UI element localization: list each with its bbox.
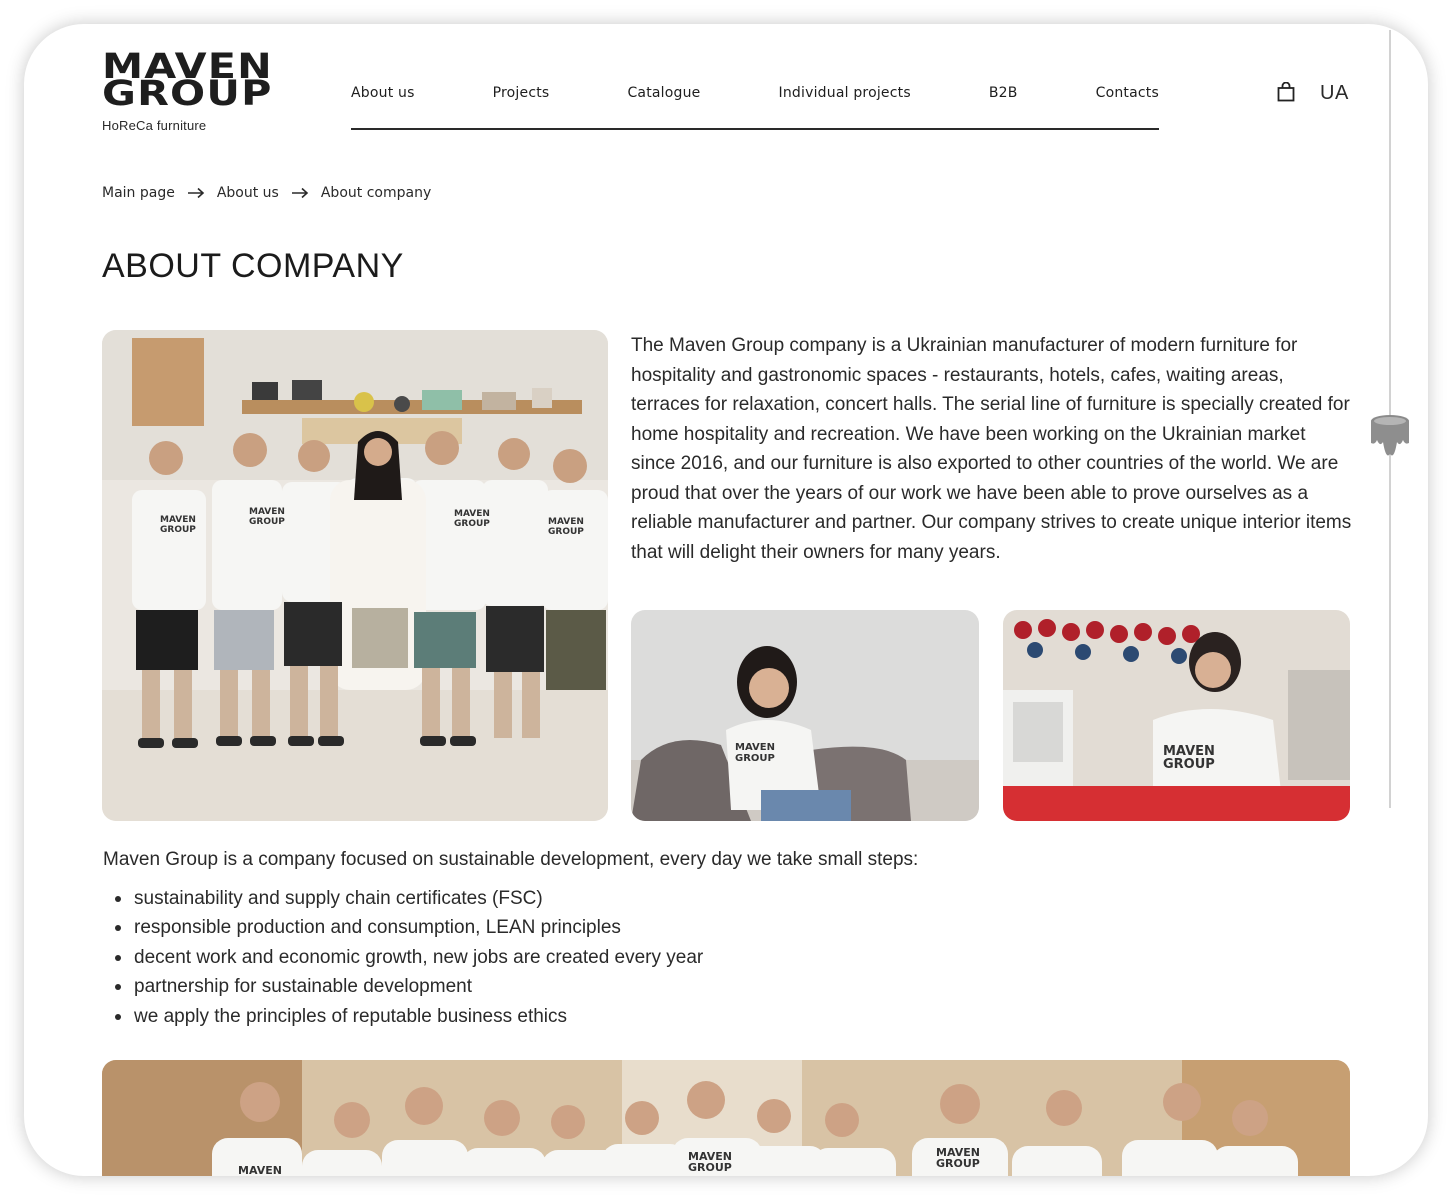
nav-item-contacts[interactable]: Contacts bbox=[1096, 82, 1159, 104]
team-photo: MAVEN GROUP MAVEN GROUP MAVEN GROUP MAVE… bbox=[102, 330, 608, 821]
arrow-right-icon bbox=[187, 187, 205, 199]
svg-text:MAVEN: MAVEN bbox=[735, 742, 775, 753]
browser-frame: MAVEN GROUP HoReCa furniture About us Pr… bbox=[24, 24, 1428, 1176]
svg-text:GROUP: GROUP bbox=[1163, 757, 1215, 772]
svg-text:GROUP: GROUP bbox=[688, 1161, 732, 1174]
svg-text:MAVEN: MAVEN bbox=[454, 509, 490, 519]
list-item: partnership for sustainable development bbox=[112, 972, 703, 1001]
list-item: we apply the principles of reputable bus… bbox=[112, 1002, 703, 1031]
sustainability-intro: Maven Group is a company focused on sust… bbox=[103, 849, 919, 870]
brand-logo[interactable]: MAVEN GROUP HoReCa furniture bbox=[102, 50, 302, 134]
language-switch[interactable]: UA bbox=[1320, 82, 1349, 105]
breadcrumb-about-company: About company bbox=[320, 185, 432, 201]
sewing-workshop-photo: MAVEN GROUP bbox=[1003, 610, 1350, 821]
nav-item-b2b[interactable]: B2B bbox=[989, 82, 1018, 104]
nav-item-about-us[interactable]: About us bbox=[351, 82, 415, 104]
svg-text:GROUP: GROUP bbox=[249, 517, 285, 527]
logo-line-2: GROUP bbox=[102, 74, 273, 114]
company-intro: The Maven Group company is a Ukrainian m… bbox=[631, 335, 1352, 563]
nav-item-projects[interactable]: Projects bbox=[493, 82, 550, 104]
svg-text:MAVEN: MAVEN bbox=[238, 1164, 282, 1176]
list-item: sustainability and supply chain certific… bbox=[112, 884, 703, 913]
group-photo: MAVEN MAVEN GROUP MAVEN GROUP bbox=[102, 1060, 1350, 1176]
arrow-right-icon bbox=[291, 187, 309, 199]
breadcrumb-about-us[interactable]: About us bbox=[217, 185, 279, 201]
svg-text:GROUP: GROUP bbox=[936, 1157, 980, 1170]
main-nav: About us Projects Catalogue Individual p… bbox=[351, 82, 1159, 130]
nav-item-catalogue[interactable]: Catalogue bbox=[627, 82, 700, 104]
list-item: responsible production and consumption, … bbox=[112, 913, 703, 942]
svg-text:GROUP: GROUP bbox=[548, 527, 584, 537]
svg-text:GROUP: GROUP bbox=[454, 519, 490, 529]
breadcrumb-main-page[interactable]: Main page bbox=[102, 185, 175, 201]
sustainability-list: sustainability and supply chain certific… bbox=[112, 884, 703, 1031]
woman-on-sofa-photo: MAVEN GROUP bbox=[631, 610, 979, 821]
page-title: ABOUT COMPANY bbox=[102, 247, 404, 285]
nav-item-individual-projects[interactable]: Individual projects bbox=[779, 82, 911, 104]
svg-text:GROUP: GROUP bbox=[735, 753, 775, 764]
breadcrumb: Main page About us About company bbox=[102, 185, 431, 201]
list-item: decent work and economic growth, new job… bbox=[112, 943, 703, 972]
svg-text:MAVEN: MAVEN bbox=[548, 517, 584, 527]
scroll-thumb-icon[interactable] bbox=[1369, 412, 1411, 462]
shopping-bag-icon[interactable] bbox=[1277, 81, 1295, 102]
svg-text:MAVEN: MAVEN bbox=[160, 515, 196, 525]
svg-text:MAVEN: MAVEN bbox=[249, 507, 285, 517]
svg-text:GROUP: GROUP bbox=[160, 525, 196, 535]
logo-tagline: HoReCa furniture bbox=[102, 118, 207, 133]
